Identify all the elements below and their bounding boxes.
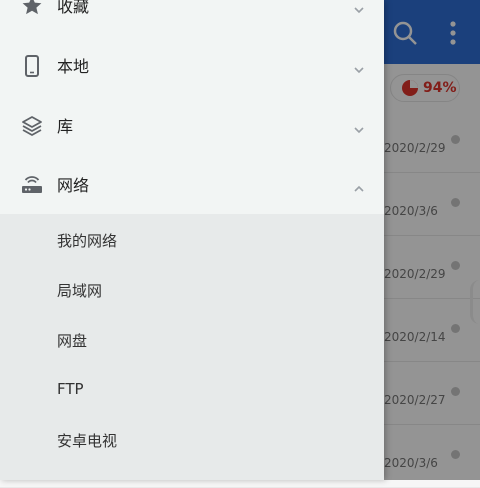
- drawer-item-network[interactable]: 网络: [0, 155, 384, 215]
- drawer-item-label: 网络: [57, 176, 90, 195]
- submenu-item-lan[interactable]: 局域网: [0, 265, 384, 315]
- drawer-item-favorites[interactable]: 收藏: [0, 0, 384, 36]
- phone-icon: [20, 54, 44, 78]
- chevron-down-icon: [352, 120, 366, 134]
- network-submenu: 我的网络 局域网 网盘 FTP 安卓电视: [0, 214, 384, 480]
- submenu-item-cloud-drive[interactable]: 网盘: [0, 315, 384, 365]
- navigation-drawer: 收藏 本地 库 网络 我的网络 局域网 网盘 FTP 安卓电视: [0, 0, 384, 480]
- submenu-item-label: 安卓电视: [57, 432, 118, 450]
- star-icon: [20, 0, 44, 18]
- drawer-item-label: 库: [57, 117, 74, 136]
- submenu-item-ftp[interactable]: FTP: [0, 365, 384, 415]
- chevron-up-icon: [352, 179, 366, 192]
- chevron-down-icon: [352, 0, 366, 14]
- submenu-item-label: FTP: [57, 380, 84, 398]
- drawer-item-library[interactable]: 库: [0, 96, 384, 156]
- submenu-item-my-network[interactable]: 我的网络: [0, 215, 384, 265]
- chevron-down-icon: [352, 60, 366, 74]
- drawer-item-label: 收藏: [57, 0, 90, 16]
- drawer-item-label: 本地: [57, 57, 90, 76]
- submenu-item-label: 我的网络: [57, 232, 118, 250]
- router-icon: [20, 173, 44, 197]
- submenu-item-android-tv[interactable]: 安卓电视: [0, 415, 384, 465]
- layers-icon: [20, 114, 44, 138]
- submenu-item-label: 网盘: [57, 332, 88, 350]
- submenu-item-label: 局域网: [57, 282, 103, 300]
- drawer-item-local[interactable]: 本地: [0, 36, 384, 96]
